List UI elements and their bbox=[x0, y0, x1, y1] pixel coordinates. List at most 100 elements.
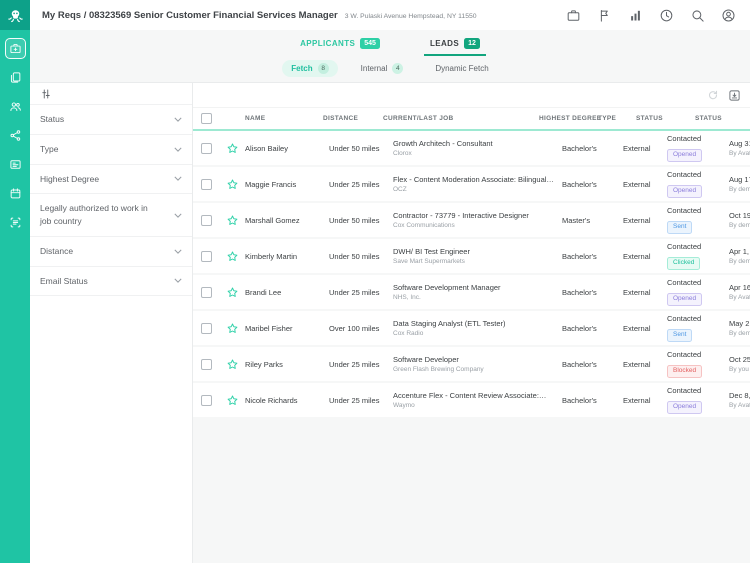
download-icon[interactable] bbox=[728, 89, 741, 102]
status-date: Aug 31 bbox=[729, 139, 750, 148]
highest-degree: Bachelor's bbox=[562, 179, 597, 189]
table-row: Nicole Richards Under 25 miles Accenture… bbox=[193, 383, 750, 417]
highest-degree: Bachelor's bbox=[562, 251, 597, 261]
table-row: Riley Parks Under 25 miles Software Deve… bbox=[193, 347, 750, 381]
column-header-type[interactable]: TYPE bbox=[598, 115, 636, 122]
candidate-name[interactable]: Kimberly Martin bbox=[245, 252, 329, 261]
job-company: Cox Communications bbox=[393, 222, 455, 229]
row-checkbox[interactable] bbox=[200, 178, 212, 190]
octopus-logo-icon[interactable] bbox=[0, 0, 30, 30]
rail-nav bbox=[0, 30, 30, 233]
subtab-fetch-label: Fetch bbox=[291, 64, 313, 73]
favorite-star-icon[interactable] bbox=[219, 286, 245, 299]
filter-distance[interactable]: Distance bbox=[30, 237, 192, 267]
email-status-badge: Opened bbox=[667, 149, 703, 162]
column-header-highest-degree[interactable]: HIGHEST DEGREE bbox=[539, 115, 601, 122]
filter-legally-authorized[interactable]: Legally authorized to work in job countr… bbox=[30, 194, 192, 237]
favorite-star-icon[interactable] bbox=[219, 322, 245, 335]
subtab-dynamic-fetch-label: Dynamic Fetch bbox=[435, 64, 489, 73]
candidate-distance: Under 25 miles bbox=[329, 179, 380, 189]
candidate-name[interactable]: Alison Bailey bbox=[245, 144, 329, 153]
row-checkbox[interactable] bbox=[200, 358, 212, 370]
candidate-name[interactable]: Nicole Richards bbox=[245, 396, 329, 405]
search-icon[interactable] bbox=[690, 8, 705, 23]
filter-status[interactable]: Status bbox=[30, 105, 192, 135]
candidate-type: External bbox=[623, 287, 651, 297]
favorite-star-icon[interactable] bbox=[219, 214, 245, 227]
candidate-type: External bbox=[623, 215, 651, 225]
subtab-fetch[interactable]: Fetch 8 bbox=[282, 60, 338, 77]
favorite-star-icon[interactable] bbox=[219, 142, 245, 155]
status-by: By Avat bbox=[729, 294, 750, 301]
email-status-badge: Opened bbox=[667, 401, 703, 414]
column-header-status[interactable]: STATUS bbox=[636, 115, 695, 122]
column-header-status-2[interactable]: STATUS bbox=[695, 115, 750, 122]
tab-applicants[interactable]: APPLICANTS 545 bbox=[294, 35, 386, 56]
candidate-name[interactable]: Marshall Gomez bbox=[245, 216, 329, 225]
filter-highest-degree[interactable]: Highest Degree bbox=[30, 165, 192, 195]
flag-icon[interactable] bbox=[597, 8, 612, 23]
candidate-name[interactable]: Brandi Lee bbox=[245, 288, 329, 297]
candidate-name[interactable]: Maribel Fisher bbox=[245, 324, 329, 333]
filter-type-label: Type bbox=[40, 143, 59, 154]
filter-type[interactable]: Type bbox=[30, 135, 192, 165]
filter-email-status[interactable]: Email Status bbox=[30, 267, 192, 297]
calendar-icon[interactable] bbox=[5, 183, 26, 204]
row-checkbox[interactable] bbox=[200, 142, 212, 154]
email-status-badge: Sent bbox=[667, 221, 693, 234]
leads-table: NAME DISTANCE CURRENT/LAST JOB HIGHEST D… bbox=[193, 83, 750, 563]
chevron-down-icon bbox=[174, 249, 182, 254]
candidate-type: External bbox=[623, 323, 651, 333]
candidate-distance: Under 50 miles bbox=[329, 143, 380, 153]
status-date: Oct 19 bbox=[729, 211, 750, 220]
candidate-name[interactable]: Riley Parks bbox=[245, 360, 329, 369]
network-icon[interactable] bbox=[5, 125, 26, 146]
briefcase-icon[interactable] bbox=[4, 38, 26, 59]
candidate-distance: Under 25 miles bbox=[329, 395, 380, 405]
subtabs: Fetch 8 Internal 4 Dynamic Fetch bbox=[282, 60, 497, 77]
row-checkbox[interactable] bbox=[200, 214, 212, 226]
favorite-star-icon[interactable] bbox=[219, 358, 245, 371]
people-icon[interactable] bbox=[5, 96, 26, 117]
refresh-icon[interactable] bbox=[707, 89, 719, 101]
internal-count-badge: 4 bbox=[392, 63, 404, 74]
card-icon[interactable] bbox=[5, 154, 26, 175]
column-header-name[interactable]: NAME bbox=[245, 115, 323, 122]
contact-status: Contacted bbox=[667, 134, 702, 144]
row-checkbox[interactable] bbox=[200, 286, 212, 298]
briefcase-icon[interactable] bbox=[566, 8, 581, 23]
account-icon[interactable] bbox=[721, 8, 736, 23]
select-all-checkbox[interactable] bbox=[200, 113, 212, 124]
favorite-star-icon[interactable] bbox=[219, 178, 245, 191]
contact-status: Contacted bbox=[667, 386, 702, 396]
subtab-internal[interactable]: Internal 4 bbox=[352, 60, 413, 77]
left-rail bbox=[0, 0, 30, 563]
scan-icon[interactable] bbox=[5, 212, 26, 233]
email-status-badge: Sent bbox=[667, 329, 693, 342]
favorite-star-icon[interactable] bbox=[219, 250, 245, 263]
status-by: By Avat bbox=[729, 402, 750, 409]
candidate-distance: Under 25 miles bbox=[329, 287, 380, 297]
row-checkbox[interactable] bbox=[200, 394, 212, 406]
fetch-count-badge: 8 bbox=[317, 63, 329, 74]
job-company: NHS, Inc. bbox=[393, 294, 421, 301]
column-header-current-last-job[interactable]: CURRENT/LAST JOB bbox=[383, 115, 539, 122]
tune-icon[interactable] bbox=[40, 88, 52, 100]
clock-icon[interactable] bbox=[659, 8, 674, 23]
highest-degree: Bachelor's bbox=[562, 287, 597, 297]
row-checkbox[interactable] bbox=[200, 322, 212, 334]
chevron-down-icon bbox=[174, 176, 182, 182]
favorite-star-icon[interactable] bbox=[219, 394, 245, 407]
filter-highest-degree-label: Highest Degree bbox=[40, 173, 100, 184]
row-checkbox[interactable] bbox=[200, 250, 212, 262]
status-by: By you bbox=[729, 366, 749, 373]
column-header-distance[interactable]: DISTANCE bbox=[323, 115, 383, 122]
job-company: Green Flash Brewing Company bbox=[393, 366, 484, 373]
top-header: My Reqs / 08323569 Senior Customer Finan… bbox=[30, 0, 750, 30]
subtab-dynamic-fetch[interactable]: Dynamic Fetch bbox=[426, 61, 497, 76]
bar-chart-icon[interactable] bbox=[628, 8, 643, 23]
tab-leads[interactable]: LEADS 12 bbox=[423, 35, 486, 56]
candidate-name[interactable]: Maggie Francis bbox=[245, 180, 329, 189]
status-by: By dem bbox=[729, 258, 750, 265]
documents-icon[interactable] bbox=[5, 67, 26, 88]
